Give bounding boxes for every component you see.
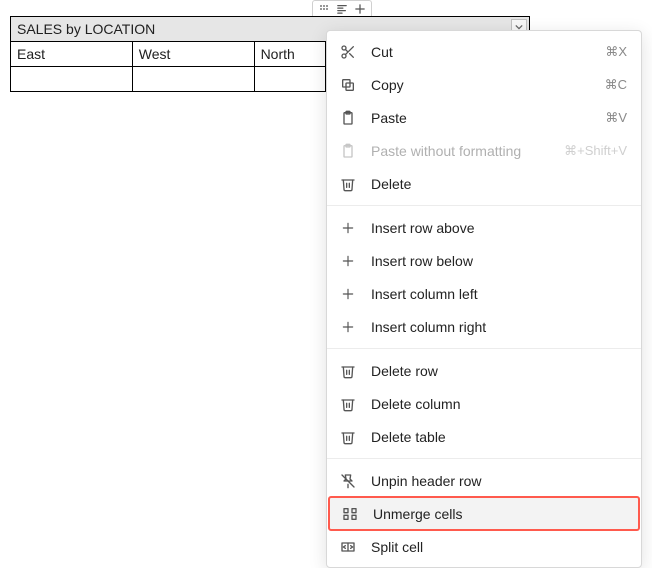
trash-icon xyxy=(339,362,357,380)
menu-item-delete-column[interactable]: Delete column xyxy=(327,387,641,420)
plus-icon xyxy=(339,252,357,270)
context-menu: Cut ⌘X Copy ⌘C Paste ⌘V Paste without formatti… xyxy=(326,30,642,568)
menu-item-unpin-header[interactable]: Unpin header row xyxy=(327,464,641,497)
split-icon xyxy=(339,538,357,556)
cell-text: North xyxy=(261,46,295,62)
plus-icon[interactable] xyxy=(354,3,366,15)
menu-item-label: Cut xyxy=(371,44,591,60)
menu-item-label: Copy xyxy=(371,77,591,93)
table-cell[interactable]: East xyxy=(11,42,133,67)
menu-item-label: Unmerge cells xyxy=(373,506,625,522)
menu-item-insert-col-left[interactable]: Insert column left xyxy=(327,277,641,310)
unmerge-icon xyxy=(341,505,359,523)
plus-icon xyxy=(339,318,357,336)
menu-item-delete-row[interactable]: Delete row xyxy=(327,354,641,387)
menu-separator xyxy=(327,348,641,349)
menu-item-cut[interactable]: Cut ⌘X xyxy=(327,35,641,68)
menu-separator xyxy=(327,205,641,206)
table-header-title: SALES by LOCATION xyxy=(17,21,155,37)
menu-item-label: Delete column xyxy=(371,396,627,412)
grip-icon[interactable] xyxy=(318,3,330,15)
table-cell[interactable] xyxy=(11,67,133,92)
menu-separator xyxy=(327,458,641,459)
unpin-icon xyxy=(339,472,357,490)
menu-item-insert-col-right[interactable]: Insert column right xyxy=(327,310,641,343)
menu-item-shortcut: ⌘V xyxy=(605,110,627,126)
menu-item-insert-row-below[interactable]: Insert row below xyxy=(327,244,641,277)
menu-item-paste-plain[interactable]: Paste without formatting ⌘+Shift+V xyxy=(327,134,641,167)
menu-item-label: Unpin header row xyxy=(371,473,627,489)
trash-icon xyxy=(339,175,357,193)
menu-item-label: Split cell xyxy=(371,539,627,555)
menu-item-delete-table[interactable]: Delete table xyxy=(327,420,641,453)
menu-item-label: Paste xyxy=(371,110,591,126)
menu-item-label: Delete row xyxy=(371,363,627,379)
menu-item-label: Insert column right xyxy=(371,319,627,335)
table-cell[interactable]: West xyxy=(132,42,254,67)
cell-text: East xyxy=(17,46,45,62)
scissors-icon xyxy=(339,43,357,61)
menu-item-delete[interactable]: Delete xyxy=(327,167,641,200)
menu-item-label: Insert row below xyxy=(371,253,627,269)
menu-item-paste[interactable]: Paste ⌘V xyxy=(327,101,641,134)
trash-icon xyxy=(339,428,357,446)
menu-item-unmerge[interactable]: Unmerge cells xyxy=(329,497,639,530)
menu-item-label: Insert row above xyxy=(371,220,627,236)
menu-item-shortcut: ⌘X xyxy=(605,44,627,60)
menu-item-shortcut: ⌘C xyxy=(605,77,627,93)
menu-item-label: Delete table xyxy=(371,429,627,445)
cell-toolbar[interactable] xyxy=(312,0,372,17)
table-cell[interactable]: North xyxy=(254,42,326,67)
menu-item-label: Delete xyxy=(371,176,627,192)
menu-item-label: Insert column left xyxy=(371,286,627,302)
menu-item-insert-row-above[interactable]: Insert row above xyxy=(327,211,641,244)
trash-icon xyxy=(339,395,357,413)
table-cell[interactable] xyxy=(132,67,254,92)
align-left-icon[interactable] xyxy=(336,3,348,15)
cell-text: West xyxy=(139,46,171,62)
menu-item-shortcut: ⌘+Shift+V xyxy=(564,143,627,159)
table-cell[interactable] xyxy=(254,67,326,92)
plus-icon xyxy=(339,219,357,237)
copy-icon xyxy=(339,76,357,94)
clipboard-plain-icon xyxy=(339,142,357,160)
menu-item-split-cell[interactable]: Split cell xyxy=(327,530,641,563)
clipboard-icon xyxy=(339,109,357,127)
menu-item-label: Paste without formatting xyxy=(371,143,550,159)
menu-item-copy[interactable]: Copy ⌘C xyxy=(327,68,641,101)
plus-icon xyxy=(339,285,357,303)
